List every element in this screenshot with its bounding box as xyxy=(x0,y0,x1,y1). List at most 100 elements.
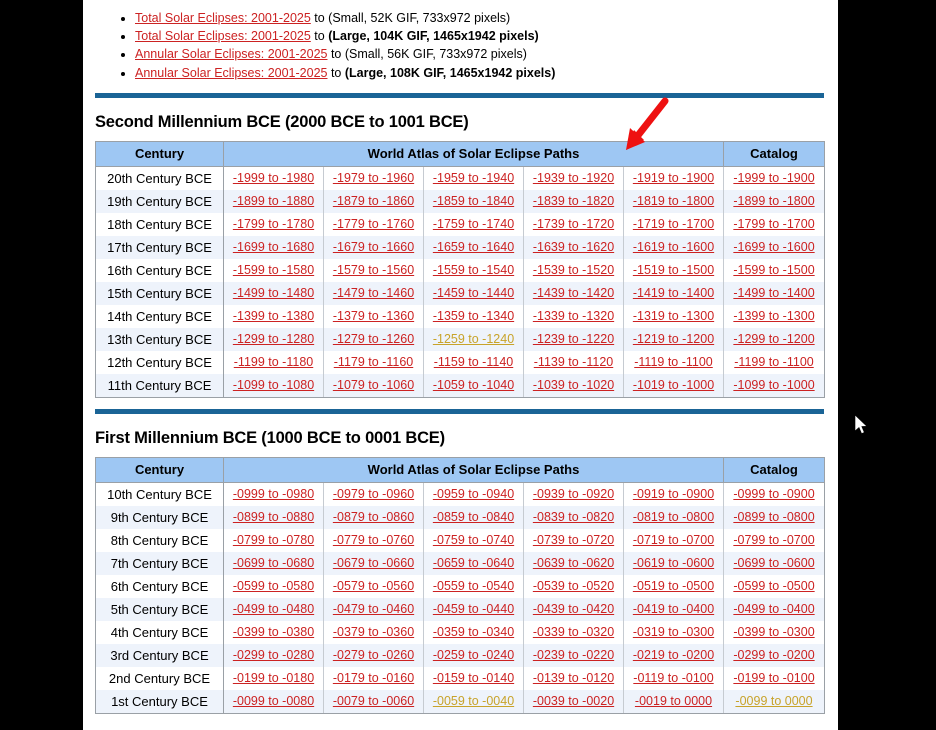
atlas-range-link[interactable]: -0639 to -0620 xyxy=(533,556,614,570)
atlas-range-link[interactable]: -0179 to -0160 xyxy=(333,671,414,685)
atlas-range-link[interactable]: -0239 to -0220 xyxy=(533,648,614,662)
atlas-range-link[interactable]: -0899 to -0880 xyxy=(233,510,314,524)
atlas-range-link[interactable]: -1919 to -1900 xyxy=(633,171,714,185)
catalog-range-link[interactable]: -1399 to -1300 xyxy=(733,309,814,323)
atlas-range-link[interactable]: -0159 to -0140 xyxy=(433,671,514,685)
atlas-range-link[interactable]: -1959 to -1940 xyxy=(433,171,514,185)
download-link[interactable]: Annular Solar Eclipses: 2001-2025 xyxy=(135,66,327,80)
atlas-range-link[interactable]: -0539 to -0520 xyxy=(533,579,614,593)
atlas-range-link[interactable]: -0619 to -0600 xyxy=(633,556,714,570)
atlas-range-link[interactable]: -1679 to -1660 xyxy=(333,240,414,254)
catalog-range-link[interactable]: -1699 to -1600 xyxy=(733,240,814,254)
atlas-range-link[interactable]: -0299 to -0280 xyxy=(233,648,314,662)
atlas-range-link[interactable]: -1439 to -1420 xyxy=(533,286,614,300)
catalog-range-link[interactable]: -0899 to -0800 xyxy=(733,510,814,524)
atlas-range-link[interactable]: -0859 to -0840 xyxy=(433,510,514,524)
atlas-range-link[interactable]: -0959 to -0940 xyxy=(433,487,514,501)
atlas-range-link[interactable]: -0259 to -0240 xyxy=(433,648,514,662)
atlas-range-link[interactable]: -1059 to -1040 xyxy=(433,378,514,392)
atlas-range-link[interactable]: -0739 to -0720 xyxy=(533,533,614,547)
atlas-range-link[interactable]: -1339 to -1320 xyxy=(533,309,614,323)
atlas-range-link[interactable]: -1119 to -1100 xyxy=(634,355,713,369)
atlas-range-link[interactable]: -0819 to -0800 xyxy=(633,510,714,524)
atlas-range-link[interactable]: -0199 to -0180 xyxy=(233,671,314,685)
catalog-range-link[interactable]: -0399 to -0300 xyxy=(733,625,814,639)
atlas-range-link[interactable]: -0759 to -0740 xyxy=(433,533,514,547)
atlas-range-link[interactable]: -0339 to -0320 xyxy=(533,625,614,639)
atlas-range-link[interactable]: -0719 to -0700 xyxy=(633,533,714,547)
atlas-range-link[interactable]: -1539 to -1520 xyxy=(533,263,614,277)
atlas-range-link[interactable]: -1719 to -1700 xyxy=(633,217,714,231)
catalog-range-link[interactable]: -0599 to -0500 xyxy=(733,579,814,593)
atlas-range-link[interactable]: -0119 to -0100 xyxy=(633,671,713,685)
atlas-range-link[interactable]: -0419 to -0400 xyxy=(633,602,714,616)
atlas-range-link[interactable]: -1179 to -1160 xyxy=(334,355,413,369)
download-link[interactable]: Total Solar Eclipses: 2001-2025 xyxy=(135,29,311,43)
atlas-range-link[interactable]: -1699 to -1680 xyxy=(233,240,314,254)
atlas-range-link[interactable]: -0019 to 0000 xyxy=(635,694,712,708)
atlas-range-link[interactable]: -1559 to -1540 xyxy=(433,263,514,277)
atlas-range-link[interactable]: -1639 to -1620 xyxy=(533,240,614,254)
catalog-range-link[interactable]: -1499 to -1400 xyxy=(733,286,814,300)
atlas-range-link[interactable]: -1459 to -1440 xyxy=(433,286,514,300)
atlas-range-link[interactable]: -0479 to -0460 xyxy=(333,602,414,616)
catalog-range-link[interactable]: -1799 to -1700 xyxy=(733,217,814,231)
atlas-range-link[interactable]: -1799 to -1780 xyxy=(233,217,314,231)
atlas-range-link[interactable]: -0799 to -0780 xyxy=(233,533,314,547)
atlas-range-link[interactable]: -0219 to -0200 xyxy=(633,648,714,662)
atlas-range-link[interactable]: -1519 to -1500 xyxy=(633,263,714,277)
atlas-range-link[interactable]: -1499 to -1480 xyxy=(233,286,314,300)
atlas-range-link[interactable]: -1259 to -1240 xyxy=(433,332,514,346)
atlas-range-link[interactable]: -1419 to -1400 xyxy=(633,286,714,300)
atlas-range-link[interactable]: -1279 to -1260 xyxy=(333,332,414,346)
atlas-range-link[interactable]: -1479 to -1460 xyxy=(333,286,414,300)
atlas-range-link[interactable]: -1819 to -1800 xyxy=(633,194,714,208)
atlas-range-link[interactable]: -0379 to -0360 xyxy=(333,625,414,639)
atlas-range-link[interactable]: -1319 to -1300 xyxy=(633,309,714,323)
atlas-range-link[interactable]: -0499 to -0480 xyxy=(233,602,314,616)
catalog-range-link[interactable]: -1599 to -1500 xyxy=(733,263,814,277)
atlas-range-link[interactable]: -1879 to -1860 xyxy=(333,194,414,208)
catalog-range-link[interactable]: -0999 to -0900 xyxy=(733,487,814,501)
atlas-range-link[interactable]: -1139 to -1120 xyxy=(534,355,613,369)
atlas-range-link[interactable]: -1839 to -1820 xyxy=(533,194,614,208)
atlas-range-link[interactable]: -1619 to -1600 xyxy=(633,240,714,254)
atlas-range-link[interactable]: -1359 to -1340 xyxy=(433,309,514,323)
atlas-range-link[interactable]: -1899 to -1880 xyxy=(233,194,314,208)
atlas-range-link[interactable]: -1079 to -1060 xyxy=(333,378,414,392)
atlas-range-link[interactable]: -0699 to -0680 xyxy=(233,556,314,570)
atlas-range-link[interactable]: -1999 to -1980 xyxy=(233,171,314,185)
atlas-range-link[interactable]: -0519 to -0500 xyxy=(633,579,714,593)
atlas-range-link[interactable]: -1739 to -1720 xyxy=(533,217,614,231)
atlas-range-link[interactable]: -1239 to -1220 xyxy=(533,332,614,346)
catalog-range-link[interactable]: -0799 to -0700 xyxy=(733,533,814,547)
atlas-range-link[interactable]: -0439 to -0420 xyxy=(533,602,614,616)
catalog-range-link[interactable]: -0499 to -0400 xyxy=(733,602,814,616)
atlas-range-link[interactable]: -0399 to -0380 xyxy=(233,625,314,639)
atlas-range-link[interactable]: -1219 to -1200 xyxy=(633,332,714,346)
atlas-range-link[interactable]: -0319 to -0300 xyxy=(633,625,714,639)
atlas-range-link[interactable]: -0679 to -0660 xyxy=(333,556,414,570)
atlas-range-link[interactable]: -0459 to -0440 xyxy=(433,602,514,616)
atlas-range-link[interactable]: -1019 to -1000 xyxy=(633,378,714,392)
atlas-range-link[interactable]: -1939 to -1920 xyxy=(533,171,614,185)
catalog-range-link[interactable]: -0299 to -0200 xyxy=(733,648,814,662)
atlas-range-link[interactable]: -1379 to -1360 xyxy=(333,309,414,323)
atlas-range-link[interactable]: -1979 to -1960 xyxy=(333,171,414,185)
catalog-range-link[interactable]: -0099 to 0000 xyxy=(735,694,812,708)
atlas-range-link[interactable]: -0999 to -0980 xyxy=(233,487,314,501)
catalog-range-link[interactable]: -0699 to -0600 xyxy=(733,556,814,570)
atlas-range-link[interactable]: -0579 to -0560 xyxy=(333,579,414,593)
atlas-range-link[interactable]: -0659 to -0640 xyxy=(433,556,514,570)
atlas-range-link[interactable]: -1159 to -1140 xyxy=(434,355,513,369)
atlas-range-link[interactable]: -1759 to -1740 xyxy=(433,217,514,231)
atlas-range-link[interactable]: -1099 to -1080 xyxy=(233,378,314,392)
atlas-range-link[interactable]: -0099 to -0080 xyxy=(233,694,314,708)
atlas-range-link[interactable]: -1199 to -1180 xyxy=(234,355,313,369)
atlas-range-link[interactable]: -0039 to -0020 xyxy=(533,694,614,708)
atlas-range-link[interactable]: -0979 to -0960 xyxy=(333,487,414,501)
atlas-range-link[interactable]: -0919 to -0900 xyxy=(633,487,714,501)
atlas-range-link[interactable]: -0939 to -0920 xyxy=(533,487,614,501)
atlas-range-link[interactable]: -0779 to -0760 xyxy=(333,533,414,547)
catalog-range-link[interactable]: -1099 to -1000 xyxy=(733,378,814,392)
